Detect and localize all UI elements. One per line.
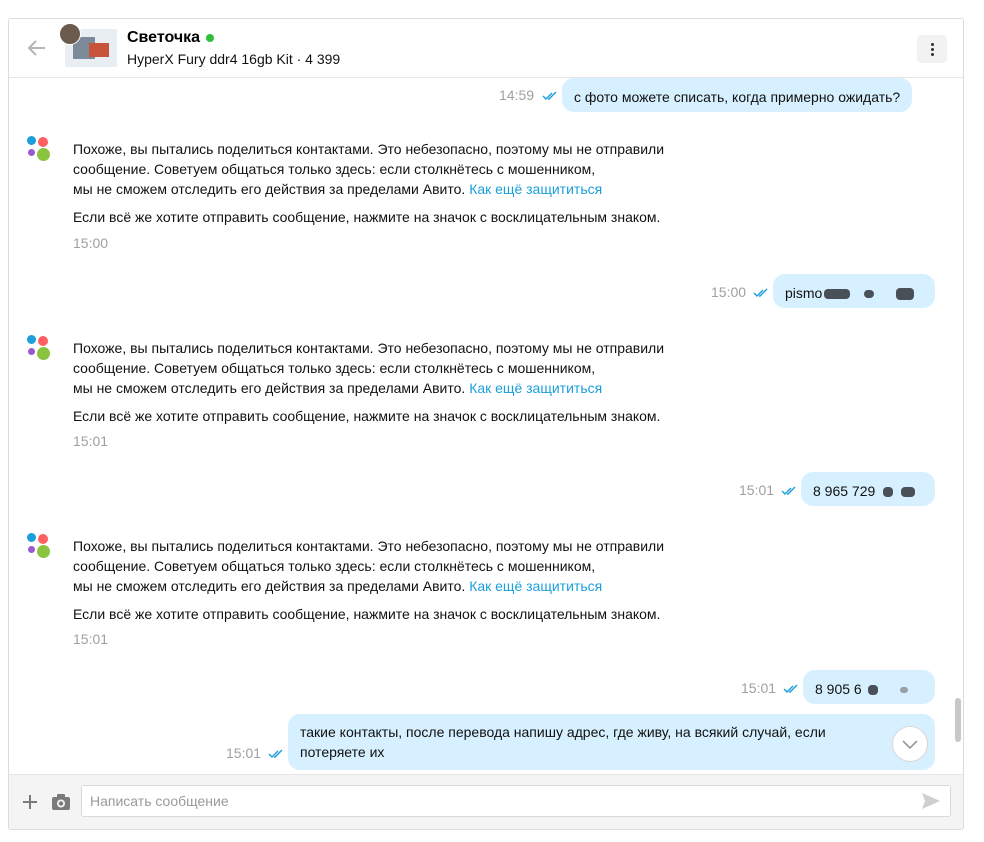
- avatar[interactable]: [59, 23, 81, 45]
- contact-name[interactable]: Светочка: [127, 29, 215, 47]
- contact-name-label: Светочка: [127, 29, 201, 46]
- notice-line: Похоже, вы пытались поделиться контактам…: [73, 538, 665, 554]
- system-notice: Похоже, вы пытались поделиться контактам…: [73, 139, 664, 227]
- read-ticks-icon: [268, 749, 283, 758]
- avito-system-icon: [27, 335, 51, 361]
- chat-header: Светочка HyperX Fury ddr4 16gb Kit · 4 3…: [9, 19, 963, 78]
- redacted-mark: [901, 487, 916, 498]
- scrollbar-thumb[interactable]: [955, 698, 961, 742]
- redacted-mark: [867, 685, 878, 696]
- system-notice: Похоже, вы пытались поделиться контактам…: [73, 338, 664, 426]
- chevron-down-icon: [902, 740, 918, 750]
- listing-title[interactable]: HyperX Fury ddr4 16gb Kit · 4 399: [127, 51, 340, 67]
- scroll-down-button[interactable]: [892, 726, 928, 762]
- read-ticks-icon: [542, 91, 557, 100]
- protect-link[interactable]: Как ещё защититься: [469, 181, 602, 197]
- notice-line: сообщение. Советуем общаться только здес…: [73, 360, 596, 376]
- message-text: потеряете их: [300, 744, 385, 760]
- notice-hint: Если всё же хотите отправить сообщение, …: [73, 209, 661, 225]
- read-ticks-icon: [753, 288, 768, 297]
- message-text: такие контакты, после перевода напишу ад…: [300, 724, 826, 740]
- message-time: 15:00: [711, 284, 747, 300]
- message-list: 14:59 с фото можете списать, когда приме…: [9, 78, 963, 774]
- plus-icon[interactable]: [21, 793, 39, 811]
- outgoing-message: 8 965 729: [801, 472, 935, 506]
- notice-line: мы не сможем отследить его действия за п…: [73, 181, 466, 197]
- protect-link[interactable]: Как ещё защититься: [469, 578, 602, 594]
- read-ticks-icon: [781, 486, 796, 495]
- back-arrow-icon[interactable]: [26, 37, 48, 59]
- notice-line: Похоже, вы пытались поделиться контактам…: [73, 141, 665, 157]
- redacted-mark: [899, 687, 908, 694]
- message-time: 15:01: [739, 482, 775, 498]
- notice-line: Похоже, вы пытались поделиться контактам…: [73, 340, 665, 356]
- avito-system-icon: [27, 533, 51, 559]
- read-ticks-icon: [783, 684, 798, 693]
- more-menu-button[interactable]: [917, 35, 947, 63]
- message-text: 8 905 6: [815, 681, 862, 697]
- message-time: 14:59: [499, 87, 535, 103]
- send-icon[interactable]: [921, 792, 941, 810]
- message-time: 15:01: [73, 433, 109, 449]
- redacted-mark: [864, 290, 875, 299]
- message-time: 15:01: [73, 631, 109, 647]
- notice-line: мы не сможем отследить его действия за п…: [73, 380, 466, 396]
- avito-system-icon: [27, 136, 51, 162]
- composer-bar: [9, 774, 963, 829]
- redacted-mark: [824, 289, 851, 300]
- notice-line: мы не сможем отследить его действия за п…: [73, 578, 466, 594]
- notice-hint: Если всё же хотите отправить сообщение, …: [73, 408, 661, 424]
- message-time: 15:01: [226, 745, 262, 761]
- message-input[interactable]: [81, 785, 951, 817]
- notice-hint: Если всё же хотите отправить сообщение, …: [73, 606, 661, 622]
- message-text: с фото можете списать, когда примерно ож…: [574, 89, 901, 105]
- chat-window: Светочка HyperX Fury ddr4 16gb Kit · 4 3…: [8, 18, 964, 830]
- message-time: 15:00: [73, 235, 109, 251]
- message-time: 15:01: [741, 680, 777, 696]
- online-indicator: [206, 33, 215, 42]
- notice-line: сообщение. Советуем общаться только здес…: [73, 558, 596, 574]
- message-text: 8 965 729: [813, 483, 876, 499]
- system-notice: Похоже, вы пытались поделиться контактам…: [73, 536, 664, 624]
- notice-line: сообщение. Советуем общаться только здес…: [73, 161, 596, 177]
- redacted-mark: [896, 288, 915, 301]
- message-text: pismo: [785, 285, 823, 301]
- protect-link[interactable]: Как ещё защититься: [469, 380, 602, 396]
- outgoing-message: такие контакты, после перевода напишу ад…: [288, 714, 935, 770]
- outgoing-message: с фото можете списать, когда примерно ож…: [562, 78, 913, 112]
- outgoing-message: 8 905 6: [803, 670, 935, 704]
- redacted-mark: [883, 487, 894, 498]
- outgoing-message: pismo: [773, 274, 935, 308]
- camera-icon[interactable]: [51, 793, 71, 811]
